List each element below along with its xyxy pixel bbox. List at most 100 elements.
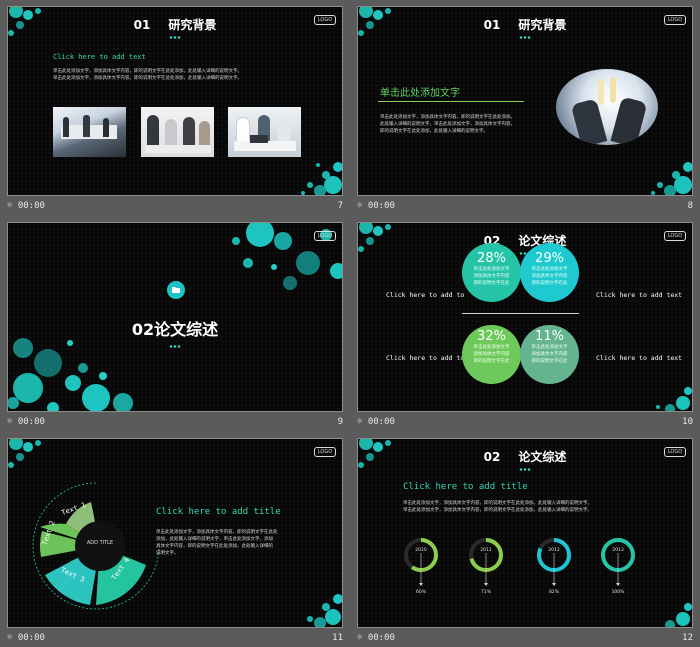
body-line: 单击此处添加文字，添加具体文字内容，即的说明文字在此处	[156, 530, 278, 535]
slide-subtitle: Click here to add title	[156, 507, 281, 517]
body-line: 添加，此处输入详细的说明文字，单击此处添加文字，添加	[156, 537, 273, 542]
section-title: 研究背景	[518, 18, 567, 32]
timing-value: 00:00	[17, 633, 45, 643]
section-number: 02	[131, 320, 155, 339]
office-meeting-photo	[53, 107, 126, 157]
slide-timing: ☼ 00:00	[357, 201, 395, 211]
body-text: 单击此处添加文字，添加具体文字内容，即的说明文字在此处添加，此处输入详细的说明文…	[53, 68, 303, 82]
title-dots	[169, 36, 181, 39]
slide-meta-11: ☼ 00:00 11	[7, 633, 343, 647]
body-line: 此处输入详细的说明文字，单击此处添加文字，添加具体文字内容，	[380, 122, 515, 127]
body-text: 单击此处添加文字，添加具体文字内容，即的说明文字在此处添加， 此处输入详细的说明…	[380, 114, 560, 135]
body-line: 说明文字。	[156, 551, 179, 556]
quadrant-percent: 28%	[477, 251, 506, 266]
quadrant-line: 添加具体文字内容	[531, 352, 568, 357]
quadrant-line: 添加具体文字内容	[473, 274, 510, 279]
label-bottom-right: Click here to add text	[596, 354, 683, 362]
slide-timing: ☼ 00:00	[7, 633, 45, 643]
quadrant-line: 即的说明文字在此	[531, 281, 568, 286]
quadrant-line: 单击此处添加文字	[473, 267, 510, 272]
quadrant-circle-2: 29% 单击此处添加文字 添加具体文字内容 即的说明文字在此	[520, 243, 579, 302]
logo-badge: LOGO	[314, 447, 336, 457]
slide-thumbnail-8[interactable]: 01 研究背景 LOGO 单击此处添加文字 单击此处添加文字，添加具体文字内容，即…	[357, 6, 693, 196]
logo-badge: LOGO	[664, 15, 686, 25]
section-heading: 02论文综述	[8, 316, 342, 340]
body-line: 即的说明文字在此处添加，此处输入详细的说明文字。	[380, 129, 488, 134]
slide-timing: ☼ 00:00	[7, 417, 45, 427]
ring-percent-label: 60%	[416, 589, 427, 595]
quadrant-line: 即的说明文字在此	[473, 359, 510, 364]
slide-title: 02 论文综述	[358, 232, 692, 249]
section-title: 论文综述	[154, 320, 219, 339]
folder-glyph	[172, 287, 180, 293]
label-top-left: Click here to add to	[386, 291, 465, 299]
ring-percent-label: 100%	[612, 589, 626, 595]
quadrant-circle-4: 11% 单击此处添加文字 添加具体文字内容 即的说明文字在此	[520, 325, 579, 384]
ring-year-label: 2012	[548, 547, 560, 553]
slide-number: 9	[337, 417, 343, 427]
quadrant-text: 单击此处添加文字 添加具体文字内容 即的说明文字在此	[462, 266, 521, 287]
title-dots	[519, 36, 531, 39]
quadrant-text: 单击此处添加文字 添加具体文字内容 即的说明文字在此	[520, 266, 579, 287]
ring-year-label: 2013	[612, 547, 624, 553]
slide-meta-9: ☼ 00:00 9	[7, 417, 343, 431]
quadrant-line: 添加具体文字内容	[531, 274, 568, 279]
quadrant-percent: 32%	[477, 329, 506, 344]
quadrant-circle-1: 28% 单击此处添加文字 添加具体文字内容 即的说明文字在此	[462, 243, 521, 302]
body-text: 单击此处添加文字，添加具体文字内容，即的说明文字在此处 添加，此处输入详细的说明…	[156, 529, 316, 557]
slide-subtitle: Click here to add text	[53, 53, 146, 61]
slide-number: 12	[682, 633, 693, 643]
section-title: 研究背景	[168, 18, 217, 32]
slide-thumbnail-12[interactable]: 02 论文综述 LOGO Click here to add title 单击此处…	[357, 438, 693, 628]
slide-meta-12: ☼ 00:00 12	[357, 633, 693, 647]
body-line: 单击此处添加文字，添加具体文字内容，即的说明文字在此处添加，	[380, 115, 515, 120]
slide-title: 01 研究背景	[8, 16, 342, 33]
timing-value: 00:00	[367, 201, 395, 211]
ring-year-label: 2010	[415, 547, 427, 553]
label-top-right: Click here to add text	[596, 291, 683, 299]
quadrant-line: 单击此处添加文字	[473, 345, 510, 350]
slide-number: 11	[332, 633, 343, 643]
ring-pointer-arrow	[484, 583, 488, 586]
timing-value: 00:00	[367, 417, 395, 427]
slide-timing: ☼ 00:00	[357, 417, 395, 427]
ring-pointer-arrow	[419, 583, 423, 586]
quadrant-text: 单击此处添加文字 添加具体文字内容 即的说明文字在此	[520, 344, 579, 365]
section-number: 01	[483, 18, 501, 32]
quadrant-line: 单击此处添加文字	[531, 267, 568, 272]
slide-thumbnail-9[interactable]: 02论文综述 LOGO	[7, 222, 343, 412]
quadrant-line: 即的说明文字在此	[473, 281, 510, 286]
slide-meta-7: ☼ 00:00 7	[7, 201, 343, 215]
section-number: 01	[133, 18, 151, 32]
ring-pointer-arrow	[616, 583, 620, 586]
timing-value: 00:00	[367, 633, 395, 643]
progress-rings: 2010 60% 2011 71% 2012 82% 2013 100%	[404, 538, 635, 595]
ring-center	[75, 521, 125, 571]
body-line: 单击此处添加文字，添加具体文字内容，即的说明文字在此处添加，此处输入详细的说明文…	[53, 69, 242, 74]
logo-badge: LOGO	[664, 231, 686, 241]
slide-thumbnail-7[interactable]: 01 研究背景 LOGO Click here to add text 单击此处添…	[7, 6, 343, 196]
logo-badge: LOGO	[314, 15, 336, 25]
body-line: 单击此处添加文字，添加具体文字内容，即的说明文字在此处添加，此处输入详细的说明文…	[53, 76, 242, 81]
timing-value: 00:00	[17, 201, 45, 211]
quadrant-line: 即的说明文字在此	[531, 359, 568, 364]
slide-number: 10	[682, 417, 693, 427]
ring-percent-label: 71%	[481, 589, 492, 595]
heading-dots	[169, 345, 181, 348]
slide-subtitle: 单击此处添加文字	[380, 88, 460, 99]
logo-badge: LOGO	[314, 231, 336, 241]
folder-icon	[167, 281, 185, 299]
slide-number: 8	[687, 201, 693, 211]
slide-thumbnail-10[interactable]: 02 论文综述 LOGO Click here to add to Click h…	[357, 222, 693, 412]
quadrant-line: 添加具体文字内容	[473, 352, 510, 357]
quadrant-percent: 29%	[535, 251, 564, 266]
ring-percent-label: 82%	[549, 589, 560, 595]
label-bottom-left: Click here to add to	[386, 354, 465, 362]
ring-year-label: 2011	[480, 547, 492, 553]
timing-value: 00:00	[17, 417, 45, 427]
slide-thumbnail-11[interactable]: LOGO ADD TITLE Text 1 Text 2 Text 3 Text…	[7, 438, 343, 628]
quadrant-circle-3: 32% 单击此处添加文字 添加具体文字内容 即的说明文字在此	[462, 325, 521, 384]
ring-pointer-arrow	[552, 583, 556, 586]
slide-timing: ☼ 00:00	[357, 633, 395, 643]
subtitle-underline	[378, 101, 524, 102]
